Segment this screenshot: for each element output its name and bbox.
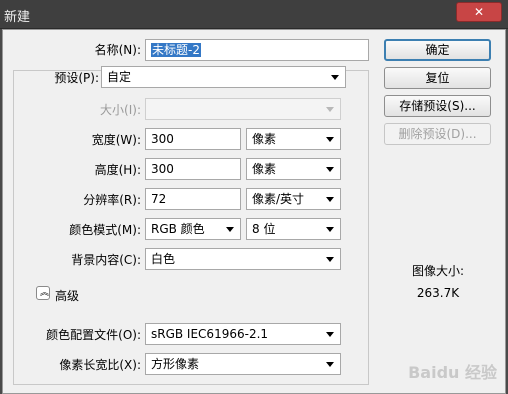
reset-button[interactable]: 复位 bbox=[384, 67, 491, 89]
title-bar[interactable]: 新建 ✕ bbox=[0, 0, 508, 29]
size-label: 大小(I): bbox=[100, 103, 141, 117]
chevron-down-icon bbox=[326, 137, 334, 142]
chevron-down-icon bbox=[326, 227, 334, 232]
width-unit-select[interactable]: 像素 bbox=[246, 128, 341, 150]
resolution-input[interactable]: 72 bbox=[145, 188, 241, 210]
resolution-unit-select[interactable]: 像素/英寸 bbox=[246, 188, 341, 210]
width-input[interactable]: 300 bbox=[145, 128, 241, 150]
new-document-dialog: 名称(N): 未标题-2 预设(P): 自定 大小(I): 宽度(W): 300… bbox=[2, 29, 506, 394]
save-preset-button[interactable]: 存储预设(S)... bbox=[384, 95, 491, 117]
pixel-aspect-value: 方形像素 bbox=[151, 357, 200, 371]
preset-value: 自定 bbox=[107, 70, 132, 84]
advanced-toggle[interactable]: ︽ bbox=[36, 286, 50, 300]
name-label: 名称(N): bbox=[94, 43, 141, 57]
chevron-down-icon bbox=[326, 257, 334, 262]
chevron-up-icon: ︽ bbox=[40, 288, 50, 298]
dialog-window: 新建 ✕ 名称(N): 未标题-2 预设(P): 自定 大小(I): 宽度(W)… bbox=[0, 0, 508, 394]
name-input[interactable]: 未标题-2 bbox=[145, 39, 369, 61]
watermark-text: Baidu 经验 bbox=[408, 363, 497, 382]
image-size-label: 图像大小: bbox=[411, 264, 465, 278]
height-unit-select[interactable]: 像素 bbox=[246, 158, 341, 180]
resolution-unit-value: 像素/英寸 bbox=[252, 192, 305, 206]
height-unit-value: 像素 bbox=[252, 162, 277, 176]
color-mode-label: 颜色模式(M): bbox=[69, 223, 141, 237]
bit-depth-select[interactable]: 8 位 bbox=[246, 218, 341, 240]
chevron-down-icon bbox=[326, 167, 334, 172]
delete-preset-button: 删除预设(D)... bbox=[384, 123, 491, 145]
resolution-label: 分辨率(R): bbox=[83, 193, 141, 207]
color-profile-label: 颜色配置文件(O): bbox=[46, 328, 141, 342]
ok-button[interactable]: 确定 bbox=[384, 39, 491, 61]
background-value: 白色 bbox=[151, 252, 176, 266]
height-label: 高度(H): bbox=[94, 163, 141, 177]
background-label: 背景内容(C): bbox=[71, 253, 141, 267]
preset-select[interactable]: 自定 bbox=[101, 66, 346, 88]
pixel-aspect-label: 像素长宽比(X): bbox=[59, 358, 141, 372]
chevron-down-icon bbox=[326, 197, 334, 202]
chevron-down-icon bbox=[331, 75, 339, 80]
preset-label: 预设(P): bbox=[54, 71, 99, 85]
window-title: 新建 bbox=[4, 10, 31, 25]
chevron-down-icon bbox=[326, 107, 334, 112]
close-icon: ✕ bbox=[473, 5, 485, 19]
background-select[interactable]: 白色 bbox=[145, 248, 341, 270]
bit-depth-value: 8 位 bbox=[252, 222, 276, 236]
pixel-aspect-select[interactable]: 方形像素 bbox=[145, 353, 341, 375]
color-profile-value: sRGB IEC61966-2.1 bbox=[151, 327, 269, 341]
chevron-down-icon bbox=[326, 362, 334, 367]
height-input[interactable]: 300 bbox=[145, 158, 241, 180]
width-unit-value: 像素 bbox=[252, 132, 277, 146]
size-select bbox=[145, 98, 341, 120]
image-size-value: 263.7K bbox=[416, 286, 460, 300]
color-mode-select[interactable]: RGB 颜色 bbox=[145, 218, 241, 240]
chevron-down-icon bbox=[226, 227, 234, 232]
name-value: 未标题-2 bbox=[151, 43, 201, 57]
close-button[interactable]: ✕ bbox=[456, 2, 502, 22]
chevron-down-icon bbox=[326, 332, 334, 337]
advanced-label: 高级 bbox=[55, 289, 80, 303]
color-mode-value: RGB 颜色 bbox=[151, 222, 205, 236]
color-profile-select[interactable]: sRGB IEC61966-2.1 bbox=[145, 323, 341, 345]
width-label: 宽度(W): bbox=[91, 133, 141, 147]
